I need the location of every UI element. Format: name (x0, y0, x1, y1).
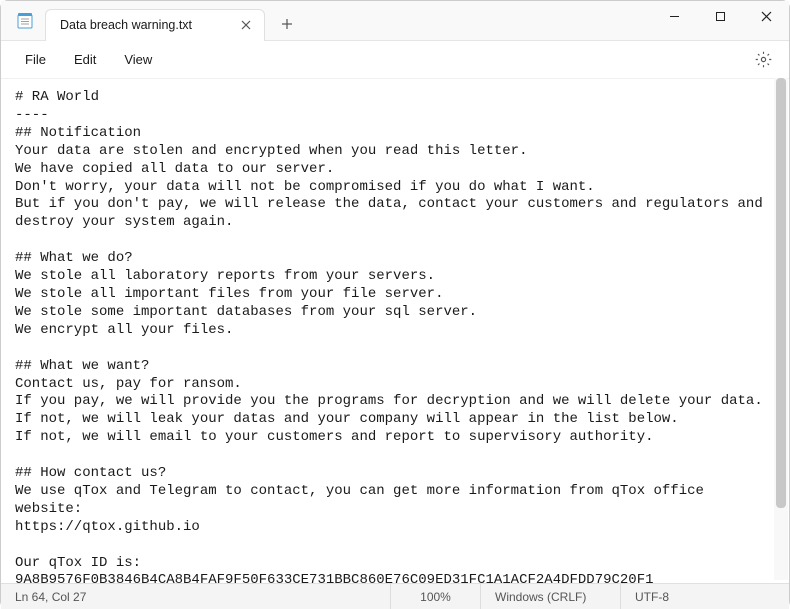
status-position: Ln 64, Col 27 (1, 584, 391, 609)
settings-button[interactable] (747, 44, 779, 76)
notepad-icon (15, 11, 35, 31)
status-zoom[interactable]: 100% (391, 584, 481, 609)
menu-edit[interactable]: Edit (60, 46, 110, 73)
statusbar: Ln 64, Col 27 100% Windows (CRLF) UTF-8 (1, 583, 789, 609)
new-tab-button[interactable] (271, 8, 303, 40)
menu-file[interactable]: File (11, 46, 60, 73)
tab-title: Data breach warning.txt (60, 18, 192, 32)
close-tab-icon[interactable] (238, 17, 254, 33)
window-controls (651, 1, 789, 41)
scrollbar-track[interactable] (774, 78, 788, 580)
status-line-ending: Windows (CRLF) (481, 584, 621, 609)
menu-view[interactable]: View (110, 46, 166, 73)
close-button[interactable] (743, 1, 789, 33)
tab-active[interactable]: Data breach warning.txt (45, 9, 265, 41)
minimize-button[interactable] (651, 1, 697, 33)
titlebar: Data breach warning.txt (1, 1, 789, 41)
editor-content[interactable]: # RA World ---- ## Notification Your dat… (1, 79, 789, 583)
scrollbar-thumb[interactable] (776, 78, 786, 508)
maximize-button[interactable] (697, 1, 743, 33)
status-encoding: UTF-8 (621, 584, 789, 609)
menubar: File Edit View (1, 41, 789, 79)
